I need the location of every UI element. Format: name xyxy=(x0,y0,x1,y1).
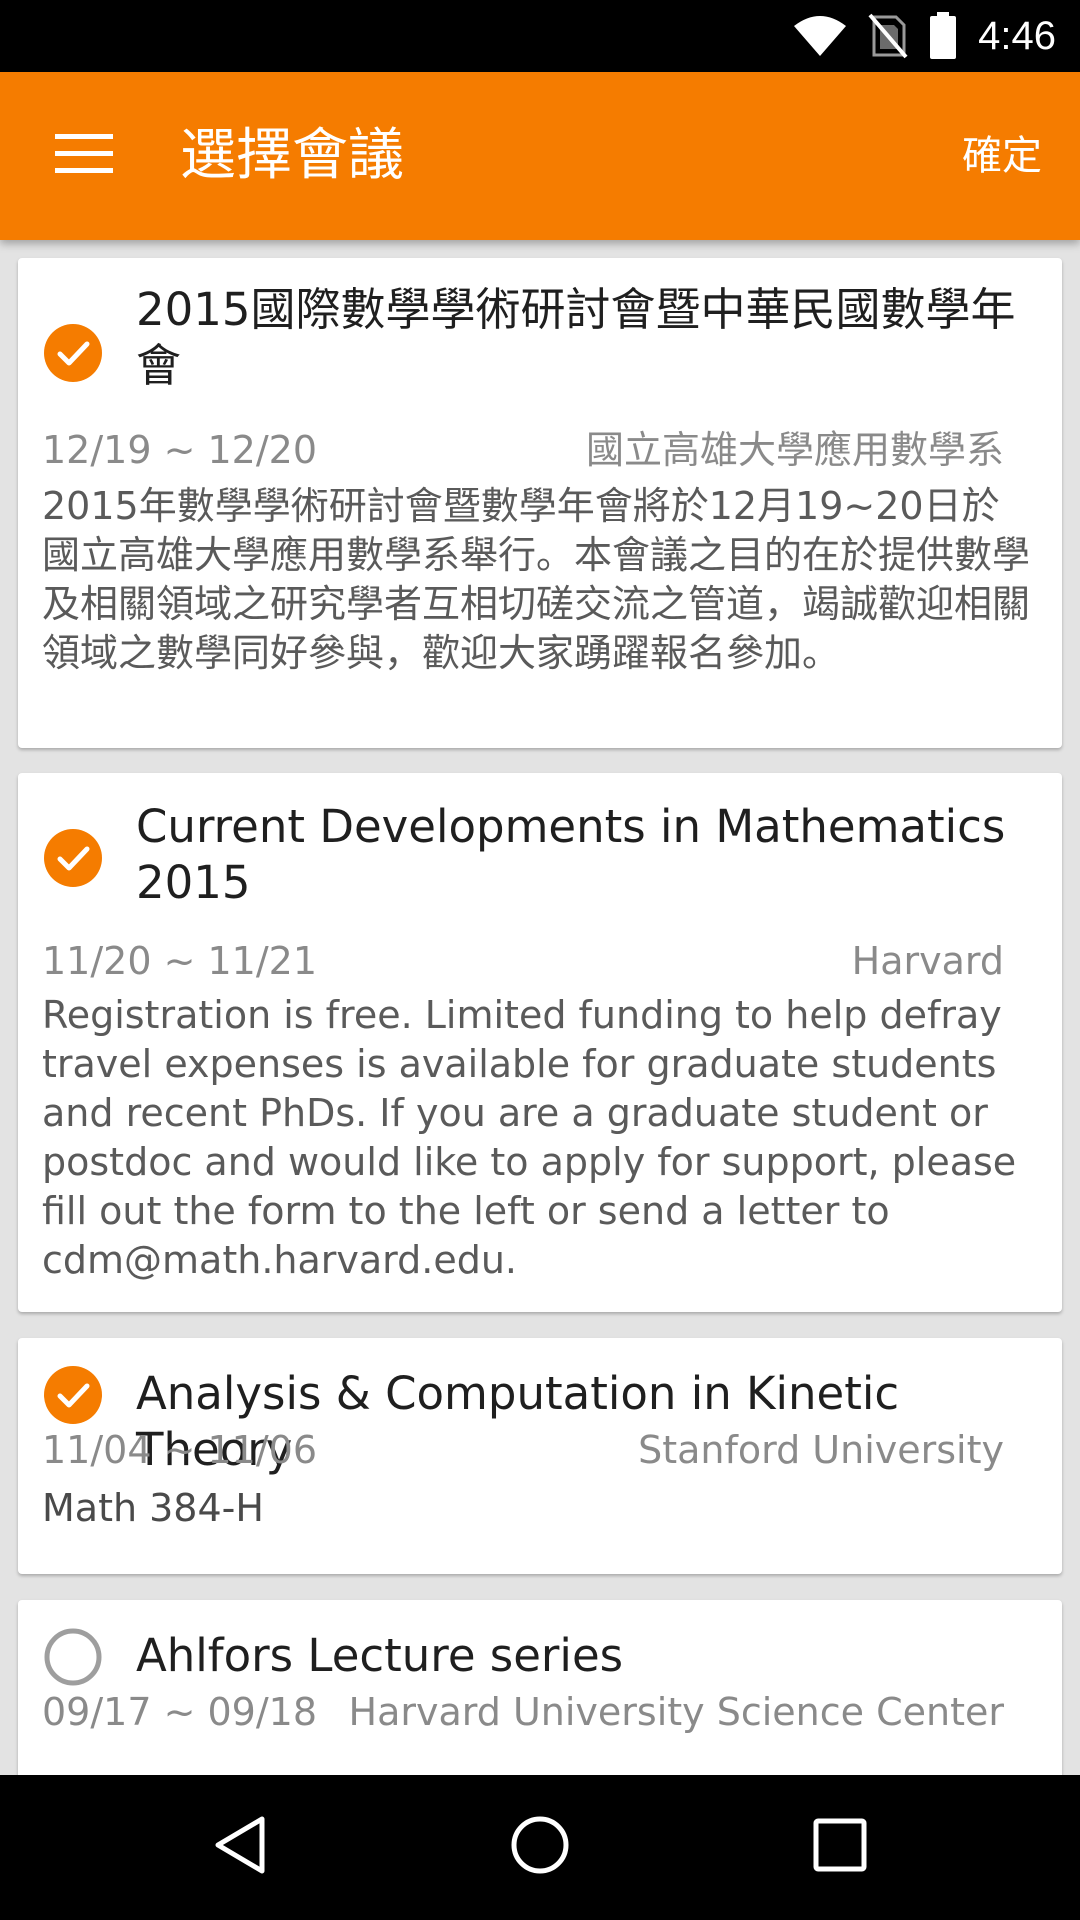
menu-button[interactable] xyxy=(36,108,132,204)
conference-location: 國立高雄大學應用數學系 xyxy=(585,428,1004,472)
page-title: 選擇會議 xyxy=(180,123,404,188)
home-icon xyxy=(509,1814,571,1880)
conference-card[interactable]: Analysis & Computation in Kinetic Theory… xyxy=(18,1338,1062,1574)
checked-circle-icon[interactable] xyxy=(44,829,102,887)
conference-date: 12/19 ~ 12/20 xyxy=(42,428,318,472)
conference-description: 2015年數學學術研討會暨數學年會將於12月19~20日於國立高雄大學應用數學系… xyxy=(42,484,1031,675)
conference-list[interactable]: 2015國際數學學術研討會暨中華民國數學年會 12/19 ~ 12/20 國立高… xyxy=(0,240,1080,1775)
no-signal-icon xyxy=(868,13,908,59)
conference-date: 11/04 ~ 11/06 xyxy=(42,1428,318,1472)
conference-card[interactable]: Ahlfors Lecture series 09/17 ~ 09/18 Har… xyxy=(18,1600,1062,1775)
conference-description: Registration is free. Limited funding to… xyxy=(42,993,1017,1282)
conference-title: Ahlfors Lecture series xyxy=(136,1629,624,1682)
status-time: 4:46 xyxy=(978,13,1056,58)
conference-description: Math 384-H xyxy=(42,1486,264,1530)
unchecked-circle-icon[interactable] xyxy=(44,1628,102,1686)
home-button[interactable] xyxy=(500,1807,580,1887)
menu-icon xyxy=(55,134,113,178)
app-bar: 選擇會議 確定 xyxy=(0,72,1080,240)
conference-title: Current Developments in Mathematics 2015 xyxy=(136,800,1006,909)
conference-location: Stanford University xyxy=(638,1428,1004,1472)
recents-button[interactable] xyxy=(800,1807,880,1887)
checked-circle-icon[interactable] xyxy=(44,1366,102,1424)
conference-card[interactable]: Current Developments in Mathematics 2015… xyxy=(18,773,1062,1312)
conference-date: 09/17 ~ 09/18 xyxy=(42,1690,318,1734)
conference-location: Harvard University Science Center xyxy=(348,1690,1004,1734)
recents-icon xyxy=(812,1817,868,1877)
conference-card[interactable]: 2015國際數學學術研討會暨中華民國數學年會 12/19 ~ 12/20 國立高… xyxy=(18,258,1062,748)
conference-date: 11/20 ~ 11/21 xyxy=(42,939,318,983)
confirm-button[interactable]: 確定 xyxy=(954,72,1050,240)
checked-circle-icon[interactable] xyxy=(44,324,102,382)
back-button[interactable] xyxy=(200,1807,280,1887)
back-icon xyxy=(210,1814,270,1880)
status-bar: 4:46 xyxy=(0,0,1080,72)
navigation-bar xyxy=(0,1775,1080,1920)
conference-title: 2015國際數學學術研討會暨中華民國數學年會 xyxy=(136,283,1016,392)
status-icons: 4:46 xyxy=(792,0,1056,72)
battery-icon xyxy=(928,12,958,60)
wifi-icon xyxy=(792,14,848,58)
conference-location: Harvard xyxy=(851,939,1004,983)
